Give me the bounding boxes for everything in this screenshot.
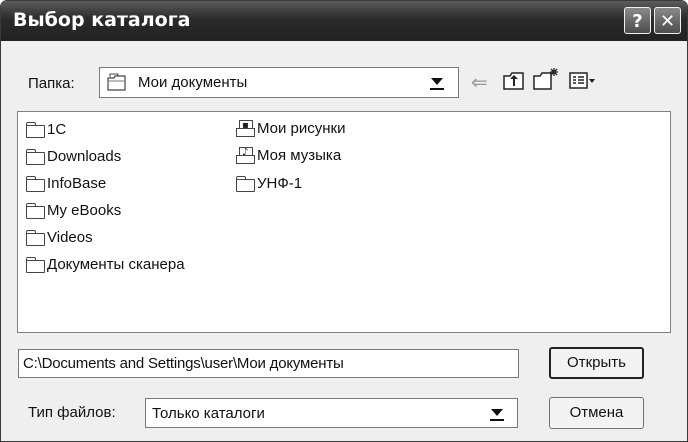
folder-combobox-value: Мои документы [138, 74, 248, 91]
up-folder-icon[interactable] [503, 71, 525, 95]
folder-icon [26, 149, 45, 165]
new-folder-icon[interactable] [533, 67, 559, 95]
dropdown-underline [430, 88, 444, 90]
list-item[interactable]: InfoBase [26, 175, 106, 192]
list-item[interactable]: My eBooks [26, 202, 121, 219]
folder-icon [26, 176, 45, 192]
path-input-value: C:\Documents and Settings\user\Мои докум… [23, 355, 344, 372]
chevron-down-icon[interactable] [431, 78, 443, 85]
list-item[interactable]: Downloads [26, 148, 121, 165]
title-bar[interactable]: Выбор каталога ? ✕ [1, 1, 687, 41]
folder-icon [26, 257, 45, 273]
cancel-button[interactable]: Отмена [549, 397, 644, 429]
list-item[interactable]: Документы сканера [26, 256, 185, 273]
folder-picker-dialog: Выбор каталога ? ✕ Папка: Мои документы … [0, 0, 688, 442]
folder-label: Папка: [28, 75, 75, 92]
close-button[interactable]: ✕ [654, 7, 681, 34]
list-item[interactable]: УНФ-1 [236, 175, 302, 192]
list-item[interactable]: ♪ Моя музыка [236, 147, 341, 164]
path-input[interactable]: C:\Documents and Settings\user\Мои докум… [18, 349, 519, 378]
open-button[interactable]: Открыть [549, 347, 644, 379]
file-list[interactable]: 1C Downloads InfoBase My eBooks Videos Д… [17, 111, 671, 333]
music-folder-icon: ♪ [236, 147, 255, 164]
folder-icon [26, 230, 45, 246]
filetype-combobox-value: Только каталоги [152, 405, 265, 422]
view-menu-icon[interactable] [569, 71, 597, 95]
filetype-label: Тип файлов: [28, 404, 116, 421]
folder-icon [236, 176, 255, 192]
list-item[interactable]: 1C [26, 121, 66, 138]
back-arrow-icon[interactable]: ⇐ [471, 70, 488, 94]
dropdown-underline [490, 419, 504, 421]
my-documents-icon [106, 73, 128, 97]
list-item[interactable]: Videos [26, 229, 93, 246]
help-button[interactable]: ? [624, 7, 651, 34]
list-item[interactable]: ▪ Мои рисунки [236, 120, 346, 137]
window-title: Выбор каталога [13, 9, 191, 31]
pictures-folder-icon: ▪ [236, 120, 255, 137]
chevron-down-icon[interactable] [491, 409, 503, 416]
folder-combobox[interactable]: Мои документы [99, 67, 459, 98]
filetype-combobox[interactable]: Только каталоги [145, 398, 518, 428]
folder-icon [26, 203, 45, 219]
folder-icon [26, 122, 45, 138]
